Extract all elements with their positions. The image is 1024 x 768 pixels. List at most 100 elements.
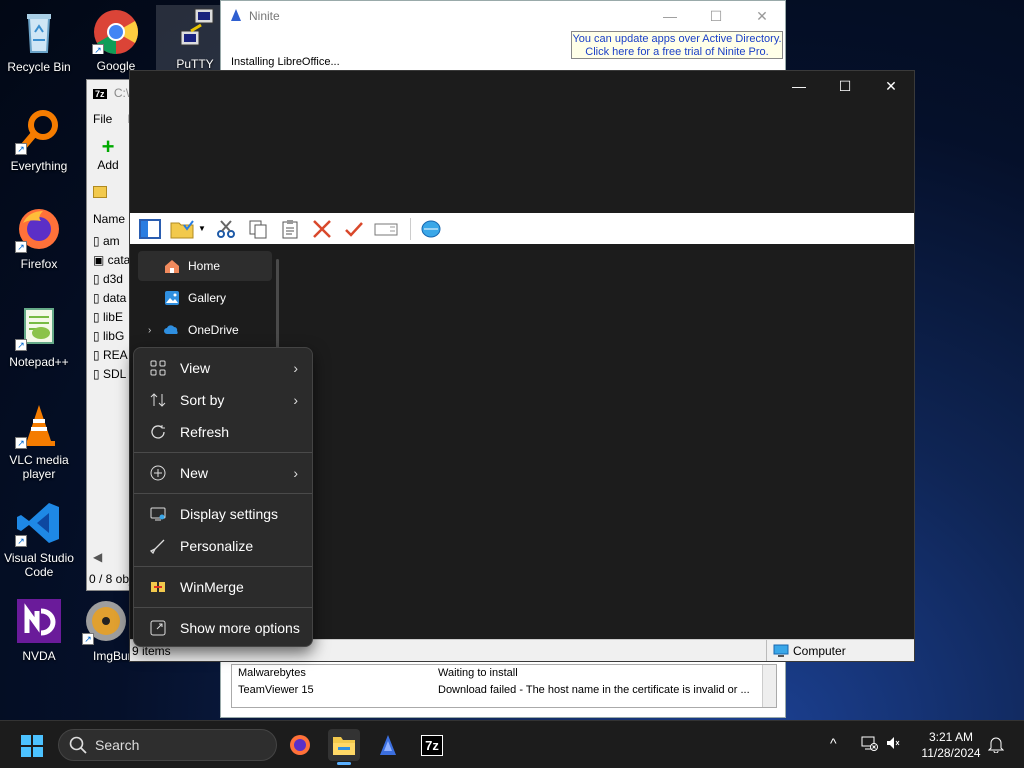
- up-folder-icon[interactable]: [93, 186, 107, 201]
- maximize-button[interactable]: ☐: [822, 71, 868, 101]
- shortcut-arrow-icon: ↗: [15, 437, 27, 449]
- volume-tray-button[interactable]: [886, 735, 900, 754]
- nav-item-gallery[interactable]: Gallery: [138, 283, 272, 313]
- firefox-icon: ↗: [15, 205, 63, 253]
- notifications-button[interactable]: [987, 735, 1005, 756]
- brush-icon: [149, 538, 166, 555]
- taskbar-file-explorer[interactable]: [328, 729, 360, 765]
- file-row[interactable]: ▣ cata: [93, 253, 130, 267]
- taskbar-ninite[interactable]: [372, 729, 404, 761]
- chevron-right-icon: ›: [293, 465, 298, 481]
- ninite-logo-icon: [229, 8, 243, 25]
- cut-button[interactable]: [212, 216, 240, 242]
- desktop-icon-everything[interactable]: ↗ Everything: [0, 107, 78, 173]
- menu-item-personalize[interactable]: Personalize: [138, 530, 308, 562]
- network-tray-button[interactable]: [860, 735, 878, 754]
- file-row[interactable]: ▯ REA: [93, 348, 128, 362]
- scissors-icon: [217, 219, 235, 238]
- nav-item-onedrive[interactable]: › OneDrive: [138, 315, 272, 345]
- chevron-up-icon: ^: [830, 735, 837, 751]
- desktop-icon-recycle-bin[interactable]: Recycle Bin: [0, 8, 78, 74]
- delete-button[interactable]: [308, 216, 336, 242]
- nav-item-home[interactable]: Home: [138, 251, 272, 281]
- nav-pane-scrollbar[interactable]: [276, 259, 279, 349]
- clock-date: 11/28/2024: [921, 746, 981, 760]
- minimize-button[interactable]: —: [647, 8, 693, 25]
- nvda-icon: [15, 597, 63, 645]
- scroll-left-arrow[interactable]: ◀: [93, 550, 102, 564]
- desktop-icon-vscode[interactable]: ↗ Visual Studio Code: [0, 499, 78, 579]
- new-folder-dropdown-button[interactable]: ▼: [168, 216, 208, 242]
- bell-icon: [987, 737, 1005, 754]
- chevron-right-icon[interactable]: ›: [148, 325, 151, 336]
- desktop-icon-chrome[interactable]: ↗: [77, 8, 155, 54]
- desktop-icon-label: Recycle Bin: [7, 60, 71, 74]
- taskbar-search-box[interactable]: Search: [58, 729, 277, 761]
- sevenzip-status: 0 / 8 obj: [89, 572, 132, 586]
- desktop-icon-firefox[interactable]: ↗ Firefox: [0, 205, 78, 271]
- pane-icon: [139, 218, 161, 239]
- plus-circle-icon: [150, 465, 166, 481]
- properties-button[interactable]: [340, 216, 368, 242]
- app-name: Malwarebytes: [238, 667, 306, 679]
- show-hidden-icons-button[interactable]: ^: [830, 735, 837, 751]
- ninite-titlebar[interactable]: Ninite — ☐ ✕: [221, 1, 785, 31]
- desktop-icon-vlc[interactable]: ↗ VLC media player: [0, 401, 78, 481]
- menu-separator: [134, 493, 312, 494]
- minimize-button[interactable]: —: [776, 71, 822, 101]
- location-label: Computer: [793, 644, 846, 658]
- taskbar-firefox[interactable]: [284, 729, 316, 761]
- taskbar-7zip[interactable]: 7z: [416, 729, 448, 761]
- close-button[interactable]: ✕: [868, 71, 914, 101]
- list-item[interactable]: Malwarebytes Waiting to install: [232, 665, 776, 682]
- app-state: Download failed - The host name in the c…: [438, 684, 750, 696]
- menu-item-winmerge[interactable]: WinMerge: [138, 571, 308, 603]
- install-list[interactable]: Malwarebytes Waiting to install TeamView…: [231, 664, 777, 708]
- add-button[interactable]: + Add: [93, 134, 123, 173]
- menu-item-refresh[interactable]: Refresh: [138, 416, 308, 448]
- menu-item-display-settings[interactable]: Display settings: [138, 498, 308, 530]
- plus-icon: +: [101, 134, 115, 159]
- network-button[interactable]: [417, 216, 445, 242]
- file-row[interactable]: ▯ libE: [93, 310, 123, 324]
- network-disconnected-icon: [861, 736, 878, 751]
- menu-item-view[interactable]: View ›: [138, 352, 308, 384]
- menu-item-label: Show more options: [180, 620, 300, 636]
- menu-item-label: Refresh: [180, 424, 230, 440]
- copy-icon: [249, 220, 267, 238]
- start-button[interactable]: [20, 734, 44, 758]
- file-row[interactable]: ▯ libG: [93, 329, 124, 343]
- file-row[interactable]: ▯ am: [93, 234, 120, 248]
- maximize-button[interactable]: ☐: [693, 8, 739, 25]
- ninite-pro-promo-link[interactable]: You can update apps over Active Director…: [571, 31, 783, 59]
- taskbar-clock[interactable]: 3:21 AM 11/28/2024: [916, 729, 986, 761]
- vlc-cone-icon: ↗: [15, 401, 63, 449]
- file-name: SDL: [102, 367, 127, 381]
- menu-file[interactable]: File: [93, 112, 112, 126]
- menu-item-show-more-options[interactable]: Show more options: [138, 612, 308, 644]
- recycle-bin-icon: [15, 8, 63, 56]
- list-item[interactable]: TeamViewer 15 Download failed - The host…: [232, 682, 776, 699]
- desktop-icon-nvda[interactable]: NVDA: [0, 597, 78, 663]
- file-row[interactable]: ▯ data: [93, 291, 126, 305]
- file-row[interactable]: ▯ SDL: [93, 367, 126, 381]
- chrome-icon: ↗: [92, 8, 140, 54]
- desktop-icon-notepadpp[interactable]: ↗ Notepad++: [0, 303, 78, 369]
- desktop-icon-label: Visual Studio Code: [4, 551, 74, 579]
- shortcut-arrow-icon: ↗: [15, 535, 27, 547]
- column-header-name[interactable]: Name: [93, 212, 125, 226]
- rename-button[interactable]: [372, 216, 400, 242]
- menu-item-sort-by[interactable]: Sort by ›: [138, 384, 308, 416]
- menu-item-label: Display settings: [180, 506, 279, 522]
- vscode-icon: ↗: [15, 499, 63, 547]
- file-row[interactable]: ▯ d3d: [93, 272, 123, 286]
- menu-item-new[interactable]: New ›: [138, 457, 308, 489]
- menu-separator: [134, 452, 312, 453]
- close-button[interactable]: ✕: [739, 8, 785, 25]
- list-scrollbar[interactable]: [762, 665, 776, 707]
- paste-button[interactable]: [276, 216, 304, 242]
- navigation-pane-button[interactable]: [136, 216, 164, 242]
- sevenzip-titlebar[interactable]: 7z C:\: [93, 86, 129, 100]
- copy-button[interactable]: [244, 216, 272, 242]
- desktop-icon-imgburn[interactable]: ↗ ImgBurn: [77, 597, 135, 663]
